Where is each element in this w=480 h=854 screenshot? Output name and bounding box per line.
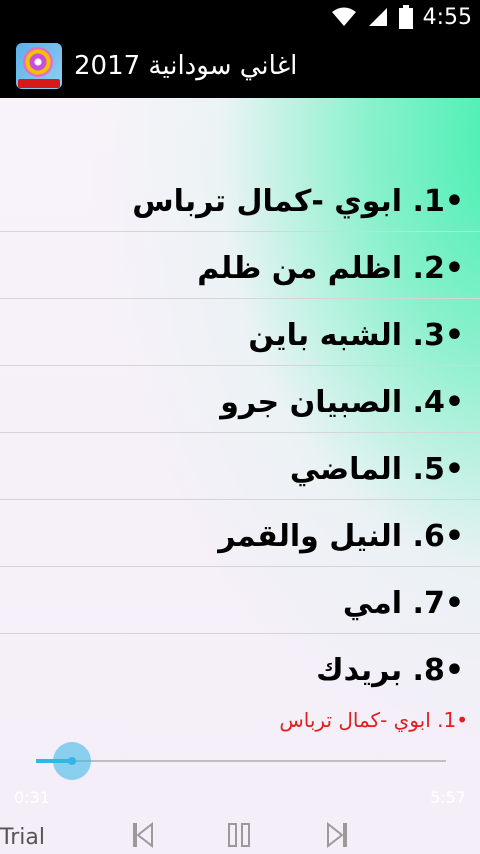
now-playing-label: •1. ابوي -كمال ترباس — [279, 708, 468, 732]
divider — [0, 298, 480, 299]
song-item[interactable]: •1. ابوي -كمال ترباس — [0, 168, 480, 234]
song-item[interactable]: •2. اظلم من ظلم — [0, 235, 480, 301]
song-label: •4. الصبيان جرو — [220, 384, 464, 420]
seek-bar-track[interactable] — [36, 760, 446, 762]
wifi-icon — [331, 6, 357, 28]
song-label: •3. الشبه باين — [248, 317, 464, 353]
song-item[interactable]: •4. الصبيان جرو — [0, 369, 480, 435]
main-area: •1. ابوي -كمال ترباس •2. اظلم من ظلم •3.… — [0, 98, 480, 854]
song-label: •2. اظلم من ظلم — [197, 250, 464, 286]
divider — [0, 365, 480, 366]
previous-icon[interactable] — [126, 818, 160, 852]
song-item[interactable]: •7. امي — [0, 570, 480, 636]
song-item[interactable]: •6. النيل والقمر — [0, 503, 480, 569]
song-label: •8. بريدك — [316, 652, 464, 688]
divider — [0, 432, 480, 433]
current-time: 0:31 — [14, 788, 50, 807]
action-bar: اغاني سودانية 2017 — [0, 34, 480, 98]
divider — [0, 633, 480, 634]
song-item[interactable]: •3. الشبه باين — [0, 302, 480, 368]
next-icon[interactable] — [320, 818, 354, 852]
song-item[interactable]: •5. الماضي — [0, 436, 480, 502]
divider — [0, 566, 480, 567]
trial-label: Trial — [0, 825, 45, 850]
song-label: •5. الماضي — [289, 451, 464, 487]
app-title: اغاني سودانية 2017 — [74, 51, 298, 81]
total-time: 5:57 — [430, 788, 466, 807]
song-label: •6. النيل والقمر — [218, 518, 464, 554]
status-time: 4:55 — [422, 4, 472, 30]
song-label: •1. ابوي -كمال ترباس — [132, 183, 464, 219]
battery-icon — [398, 5, 413, 29]
song-label: •7. امي — [342, 585, 464, 621]
divider — [0, 231, 480, 232]
pause-icon[interactable] — [222, 818, 256, 852]
seek-bar-thumb[interactable] — [52, 742, 91, 780]
divider — [0, 499, 480, 500]
app-logo-icon[interactable] — [16, 43, 62, 89]
song-item[interactable]: •8. بريدك — [0, 637, 480, 703]
status-bar: 4:55 — [0, 0, 480, 34]
signal-icon — [367, 6, 389, 28]
